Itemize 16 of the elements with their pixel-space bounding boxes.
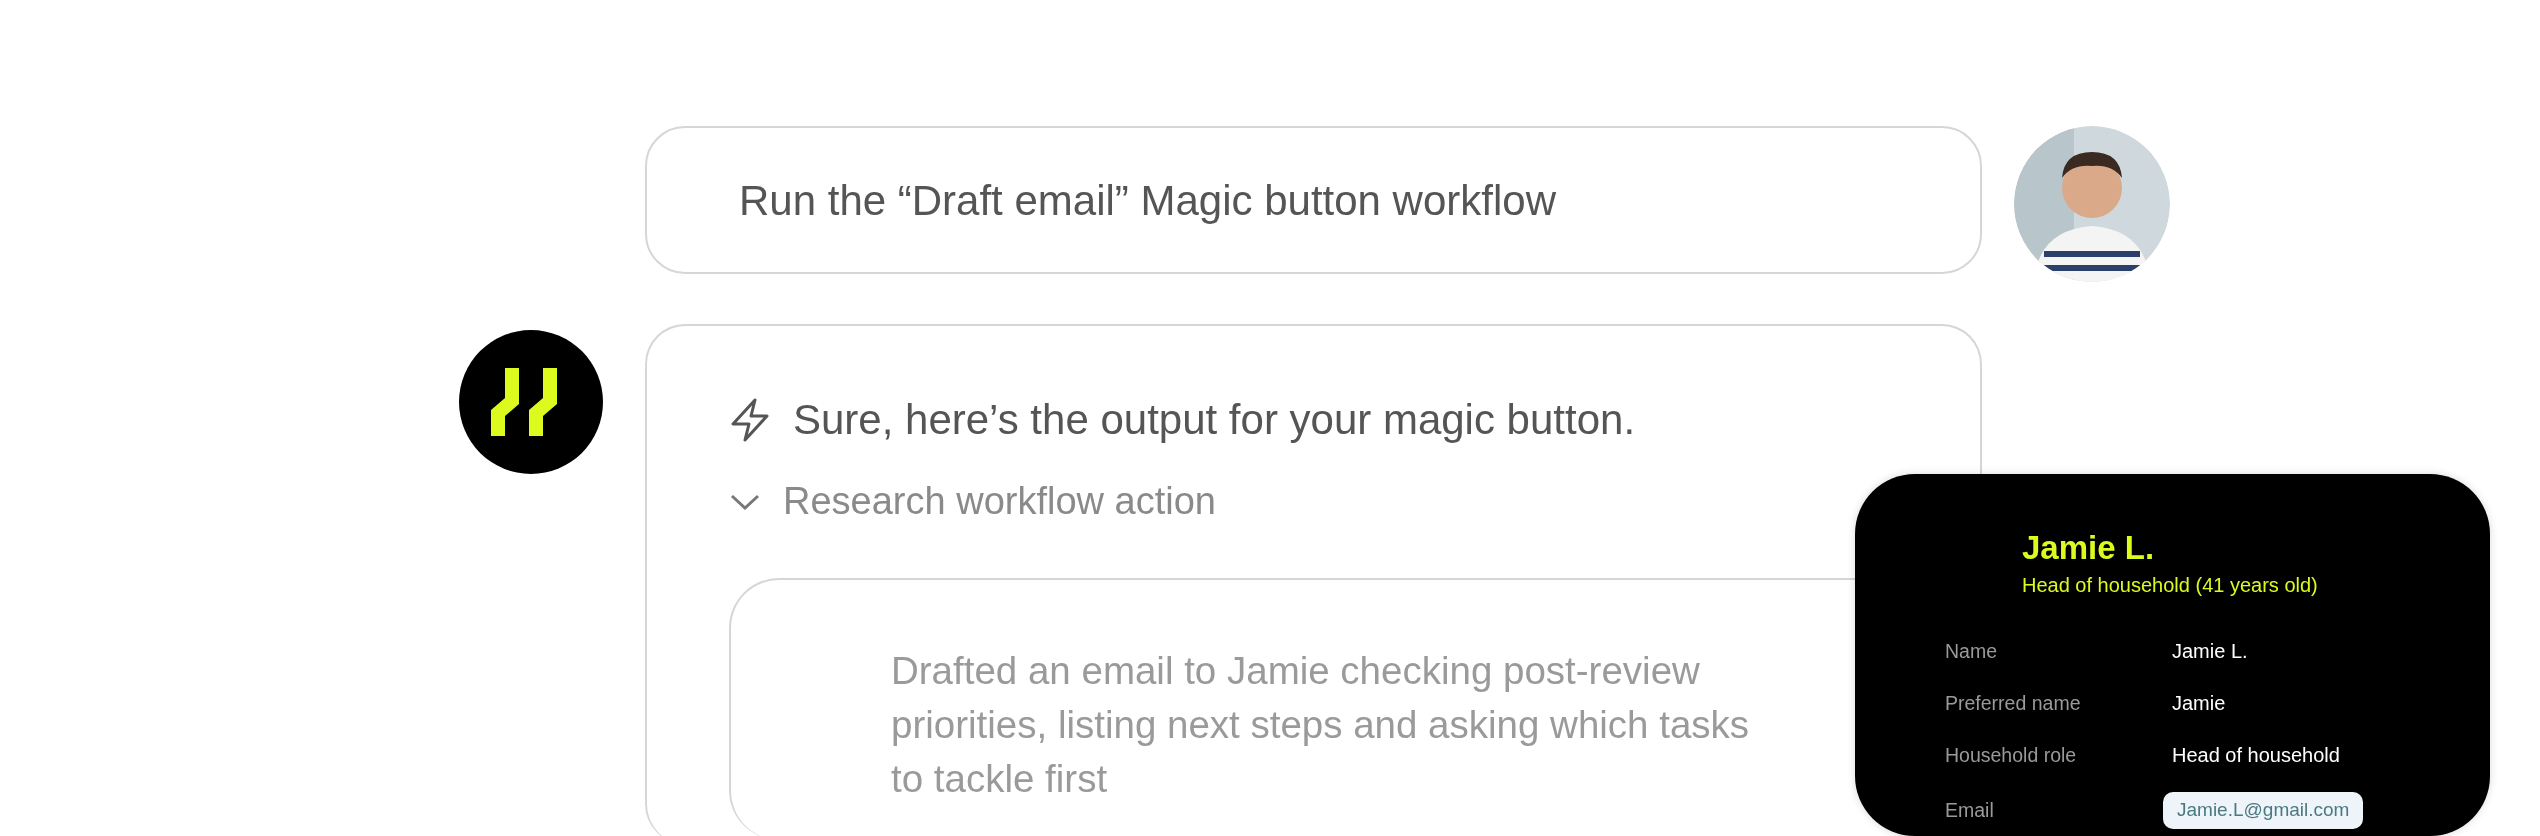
profile-subtitle: Head of household (41 years old) [2022, 573, 2319, 599]
response-text: Sure, here’s the output for your magic button. [793, 395, 1636, 445]
field-label: Name [1945, 638, 1999, 664]
field-value: Jamie [2172, 691, 2226, 717]
profile-name: Jamie L. [2022, 530, 2156, 567]
field-label: Household role [1945, 742, 2078, 768]
field-value: Jamie L. [2172, 639, 2248, 665]
field-label: Email [1945, 797, 1995, 823]
message-text: Run the “Draft email” Magic button workflow [739, 175, 1556, 226]
field-value: Head of household [2172, 743, 2340, 769]
email-chip[interactable]: Jamie.L@gmail.com [2163, 792, 2364, 829]
logo-icon [459, 330, 603, 474]
result-text: Drafted an email to Jamie checking post-review priorities, listing next steps and asking which tasks to tackle first [891, 648, 1751, 802]
action-toggle[interactable]: Research workflow action [783, 473, 1216, 530]
field-label: Preferred name [1945, 690, 2082, 716]
lightning-icon [729, 397, 771, 442]
